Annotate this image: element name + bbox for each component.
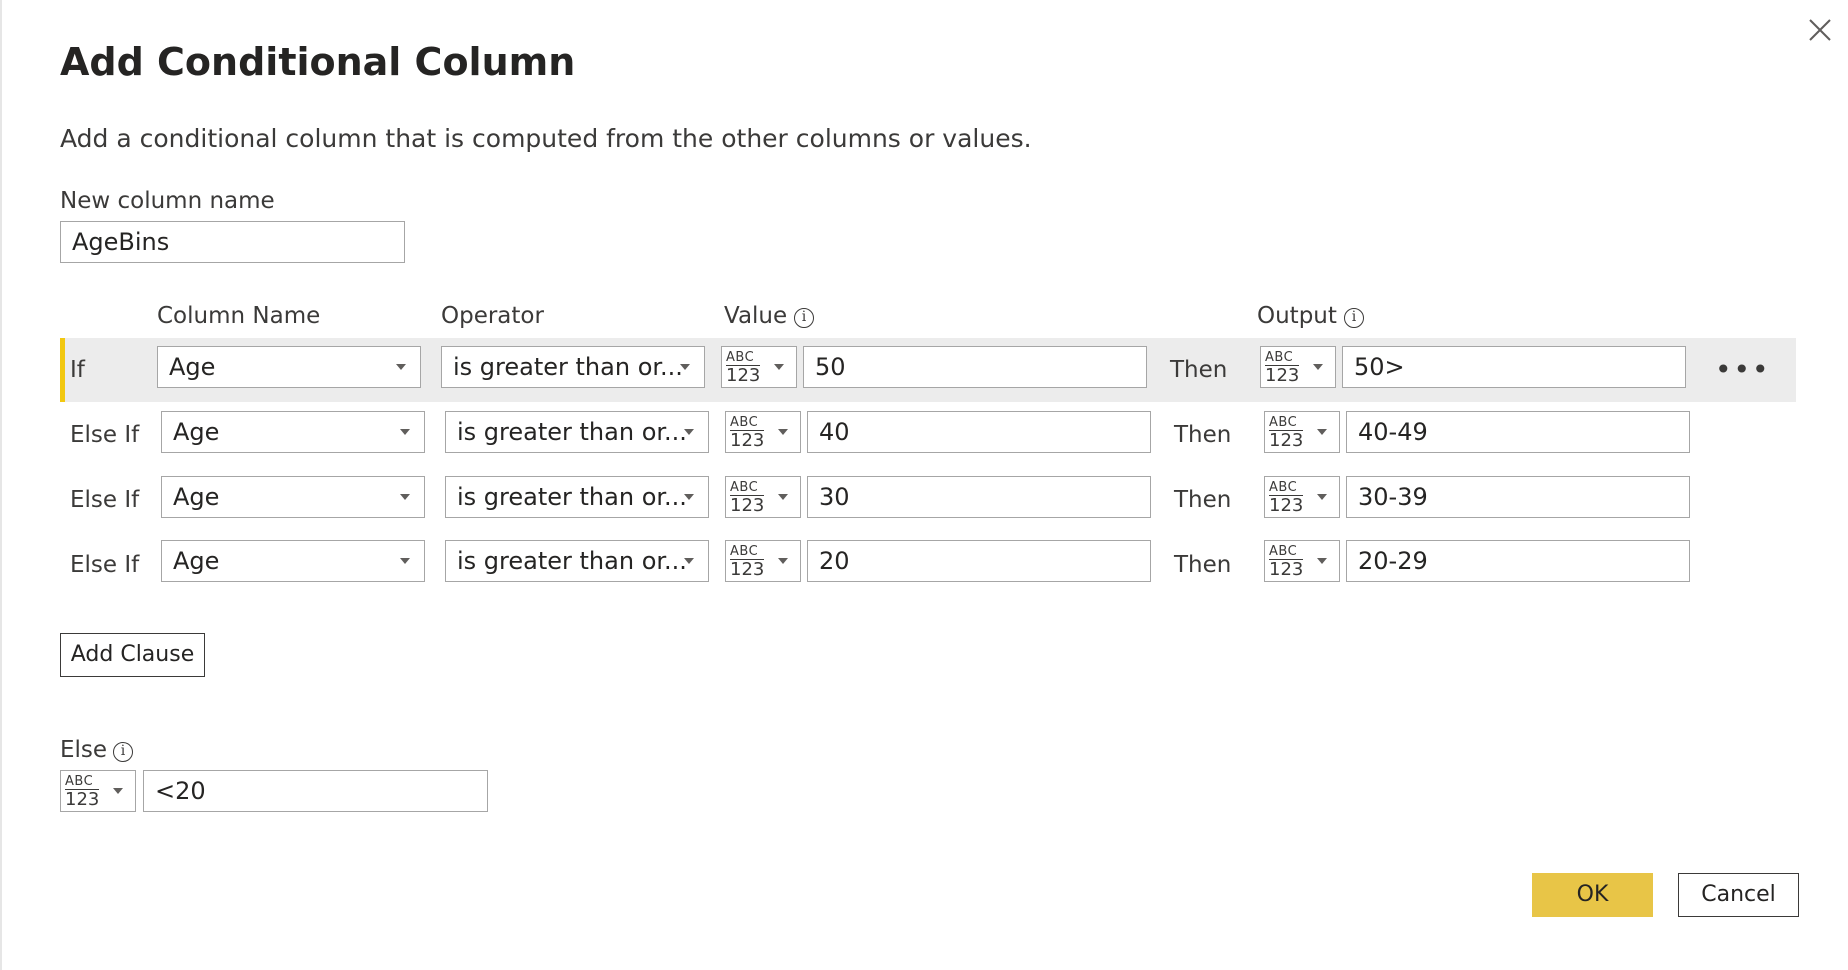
column-name-value: Age [169, 353, 216, 381]
chevron-down-icon [778, 558, 788, 564]
output-type-button[interactable]: ABC 123 [1264, 540, 1340, 582]
chevron-down-icon [778, 429, 788, 435]
operator-header: Operator [441, 303, 544, 329]
new-column-name-input[interactable]: AgeBins [60, 221, 405, 263]
operator-dropdown[interactable]: is greater than or... [445, 476, 709, 518]
chevron-down-icon [400, 494, 410, 500]
else-info-icon[interactable]: i [113, 742, 133, 762]
column-name-dropdown[interactable]: Age [161, 476, 425, 518]
else-value-input[interactable]: <20 [143, 770, 488, 812]
output-input[interactable]: 30-39 [1346, 476, 1690, 518]
abc-123-type-icon: ABC 123 [65, 774, 100, 810]
chevron-down-icon [400, 558, 410, 564]
value-type-button[interactable]: ABC 123 [725, 540, 801, 582]
abc-123-type-icon: ABC 123 [1269, 415, 1304, 451]
operator-value: is greater than or... [457, 547, 687, 575]
abc-123-type-icon: ABC 123 [1265, 350, 1300, 386]
clause-keyword: Else If [70, 422, 140, 448]
then-label: Then [1174, 487, 1232, 513]
abc-123-type-icon: ABC 123 [726, 350, 761, 386]
value-input[interactable]: 30 [807, 476, 1151, 518]
else-type-button[interactable]: ABC 123 [60, 770, 136, 812]
chevron-down-icon [1313, 364, 1323, 370]
column-name-dropdown[interactable]: Age [161, 411, 425, 453]
output-header: Output [1257, 303, 1337, 329]
operator-dropdown[interactable]: is greater than or... [445, 540, 709, 582]
operator-dropdown[interactable]: is greater than or... [441, 346, 705, 388]
chevron-down-icon [1317, 429, 1327, 435]
else-label: Else [60, 737, 108, 763]
dialog-title: Add Conditional Column [60, 40, 576, 84]
output-type-button[interactable]: ABC 123 [1264, 476, 1340, 518]
chevron-down-icon [680, 364, 690, 370]
operator-value: is greater than or... [457, 418, 687, 446]
abc-123-type-icon: ABC 123 [730, 544, 765, 580]
abc-123-type-icon: ABC 123 [1269, 480, 1304, 516]
output-type-button[interactable]: ABC 123 [1264, 411, 1340, 453]
abc-123-type-icon: ABC 123 [730, 480, 765, 516]
abc-123-type-icon: ABC 123 [730, 415, 765, 451]
clause-keyword: Else If [70, 552, 140, 578]
dialog-left-border [0, 0, 2, 970]
column-name-dropdown[interactable]: Age [157, 346, 421, 388]
new-column-name-label: New column name [60, 188, 275, 214]
close-icon [1809, 19, 1831, 41]
abc-123-type-icon: ABC 123 [1269, 544, 1304, 580]
then-label: Then [1174, 552, 1232, 578]
chevron-down-icon [774, 364, 784, 370]
operator-value: is greater than or... [457, 483, 687, 511]
value-input[interactable]: 20 [807, 540, 1151, 582]
value-info-icon[interactable]: i [794, 308, 814, 328]
column-name-header: Column Name [157, 303, 321, 329]
value-input[interactable]: 40 [807, 411, 1151, 453]
column-name-dropdown[interactable]: Age [161, 540, 425, 582]
cancel-button[interactable]: Cancel [1678, 873, 1799, 917]
chevron-down-icon [778, 494, 788, 500]
operator-value: is greater than or... [453, 353, 683, 381]
output-info-icon[interactable]: i [1344, 308, 1364, 328]
column-name-value: Age [173, 547, 220, 575]
chevron-down-icon [684, 494, 694, 500]
column-name-value: Age [173, 483, 220, 511]
output-type-button[interactable]: ABC 123 [1260, 346, 1336, 388]
close-button[interactable] [1800, 10, 1840, 50]
value-type-button[interactable]: ABC 123 [725, 411, 801, 453]
chevron-down-icon [1317, 494, 1327, 500]
chevron-down-icon [684, 429, 694, 435]
then-label: Then [1170, 357, 1228, 383]
clause-keyword: If [70, 357, 85, 383]
output-input[interactable]: 50> [1342, 346, 1686, 388]
chevron-down-icon [400, 429, 410, 435]
ok-button[interactable]: OK [1532, 873, 1653, 917]
value-type-button[interactable]: ABC 123 [725, 476, 801, 518]
operator-dropdown[interactable]: is greater than or... [445, 411, 709, 453]
column-name-value: Age [173, 418, 220, 446]
value-header: Value [724, 303, 788, 329]
output-input[interactable]: 40-49 [1346, 411, 1690, 453]
chevron-down-icon [1317, 558, 1327, 564]
then-label: Then [1174, 422, 1232, 448]
more-options-icon[interactable]: ••• [1715, 356, 1771, 384]
selected-row-accent [60, 338, 65, 402]
output-input[interactable]: 20-29 [1346, 540, 1690, 582]
value-input[interactable]: 50 [803, 346, 1147, 388]
clause-keyword: Else If [70, 487, 140, 513]
chevron-down-icon [396, 364, 406, 370]
chevron-down-icon [684, 558, 694, 564]
add-clause-button[interactable]: Add Clause [60, 633, 205, 677]
chevron-down-icon [113, 788, 123, 794]
dialog-description: Add a conditional column that is compute… [60, 124, 1032, 153]
value-type-button[interactable]: ABC 123 [721, 346, 797, 388]
